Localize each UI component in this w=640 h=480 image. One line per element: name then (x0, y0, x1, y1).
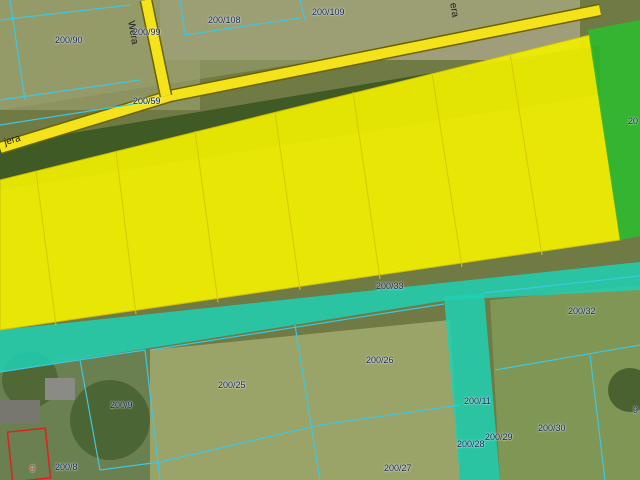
edge-label-bottom-right: 9 (633, 405, 639, 415)
parcel-label: 200/27 (384, 463, 412, 473)
parcel-label: 200/59 (133, 96, 161, 106)
parcel-label: 200/29 (485, 432, 513, 442)
parcel-label: 200/8 (55, 462, 78, 472)
parcel-label: 200/109 (312, 7, 345, 17)
map-view[interactable]: Wera jera era 200/90 200/99 200/108 200/… (0, 0, 640, 480)
house-roof (45, 378, 75, 400)
map-canvas[interactable] (0, 0, 640, 480)
edge-label-green: 20 (628, 116, 639, 126)
house-roof-2 (0, 400, 40, 424)
parcel-label: 200/9 (110, 400, 133, 410)
street-label-top-right: era (447, 2, 461, 19)
parcel-label: 200/108 (208, 15, 241, 25)
parcel-label: 200/28 (457, 439, 485, 449)
parcel-label: 200/11 (464, 396, 491, 406)
parcel-label: 200/26 (366, 355, 394, 365)
parcel-label: 200/32 (568, 306, 596, 316)
parcel-label: 200/25 (218, 380, 246, 390)
parcel-label: 200/33 (376, 281, 404, 291)
parcel-label: 200/30 (538, 423, 566, 433)
tree-cluster-1 (70, 380, 150, 460)
parcel-label: 200/90 (55, 35, 83, 45)
parcel-label: 200/99 (133, 27, 161, 37)
building-letter: g (30, 462, 36, 472)
